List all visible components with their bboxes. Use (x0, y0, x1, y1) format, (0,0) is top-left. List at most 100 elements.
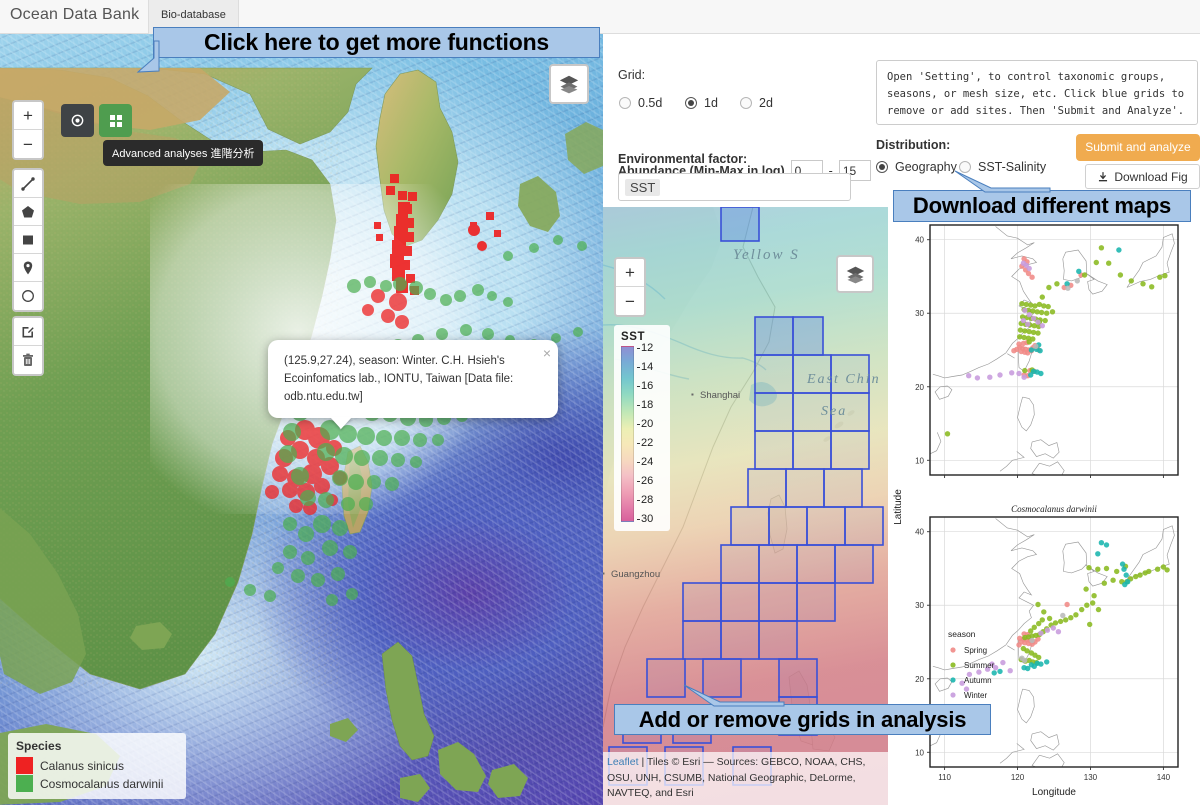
marker-icon[interactable] (14, 254, 42, 282)
circle-icon[interactable] (14, 282, 42, 310)
layers-icon (846, 266, 864, 283)
city-label-shanghai: Shanghai (691, 390, 740, 401)
sst-tick: 26 (636, 475, 654, 487)
grid-icon (109, 114, 122, 127)
svg-text:110: 110 (938, 773, 951, 782)
svg-text:Summer: Summer (964, 661, 995, 670)
svg-text:30: 30 (915, 601, 924, 610)
sst-tick: 24 (636, 456, 654, 468)
left-map-edit-toolbar[interactable] (12, 316, 44, 376)
svg-text:season: season (948, 629, 976, 639)
mid-map-zoom-out-button[interactable]: − (616, 287, 644, 315)
application-root: Ocean Data Bank Bio-database + − Advance… (0, 0, 1200, 805)
species-legend: Species Calanus sinicus Cosmocalanus dar… (8, 733, 186, 799)
svg-text:Cosmocalanus darwinii: Cosmocalanus darwinii (1011, 504, 1097, 514)
callout-add-remove-grids: Add or remove grids in analysis (614, 704, 991, 735)
callout-click-here: Click here to get more functions (153, 27, 600, 58)
radio-grid-0.5d[interactable] (619, 97, 631, 109)
species-legend-title: Species (16, 739, 62, 753)
svg-text:20: 20 (915, 675, 924, 684)
download-fig-label: Download Fig (1114, 169, 1188, 184)
mid-map-zoom-control[interactable]: + − (614, 257, 646, 317)
callout-arrow-grids (683, 684, 785, 707)
sst-tick-labels: 12 14 16 18 20 22 24 26 28 30 (636, 342, 663, 525)
app-brand-title: Ocean Data Bank (10, 6, 140, 23)
left-map-zoom-in-button[interactable]: + (14, 102, 42, 130)
distribution-option-label: Geography (895, 160, 957, 174)
popup-close-icon[interactable]: × (543, 343, 551, 365)
grid-option-label: 1d (704, 96, 718, 110)
distribution-option-geography[interactable]: Geography (876, 160, 957, 174)
mid-map-zoom-in-button[interactable]: + (616, 259, 644, 287)
callout-download-maps: Download different maps (893, 190, 1191, 222)
map-attribution: Leaflet | Tiles © Esri — Sources: GEBCO,… (603, 752, 888, 805)
download-icon (1099, 171, 1108, 181)
grid-option-label: 0.5d (638, 96, 663, 110)
left-map-layers-button[interactable] (549, 64, 589, 104)
grid-option-1d[interactable]: 1d (685, 96, 718, 110)
sst-tick: 20 (636, 418, 654, 430)
svg-text:20: 20 (915, 383, 924, 392)
svg-text:140: 140 (1157, 773, 1171, 782)
legend-swatch-cosmocalanus (16, 775, 33, 792)
left-map-zoom-control[interactable]: + − (12, 100, 44, 160)
svg-text:40: 40 (915, 236, 924, 245)
environmental-factor-value[interactable]: SST (625, 178, 661, 196)
callout-arrow-top (136, 40, 160, 73)
radio-grid-1d[interactable] (685, 97, 697, 109)
svg-text:130: 130 (1084, 773, 1098, 782)
environmental-factor-select[interactable]: SST (618, 173, 851, 201)
callout-arrow-download (954, 170, 1051, 193)
sst-tick: 14 (636, 361, 654, 373)
submit-and-analyze-button[interactable]: Submit and analyze (1076, 134, 1200, 161)
city-label-guangzhou: Guangzhou (603, 569, 660, 580)
svg-text:Latitude: Latitude (893, 489, 904, 525)
mid-map-layers-button[interactable] (836, 255, 874, 293)
map-point-popup[interactable]: × (125.9,27.24), season: Winter. C.H. Hs… (268, 340, 558, 430)
delete-icon[interactable] (14, 346, 42, 374)
svg-text:Autumn: Autumn (964, 676, 992, 685)
download-fig-button[interactable]: Download Fig (1085, 164, 1200, 189)
add-site-button[interactable] (61, 104, 94, 137)
sst-tick: 28 (636, 494, 654, 506)
environmental-factor-label: Environmental factor: (618, 152, 748, 166)
polyline-icon[interactable] (14, 170, 42, 198)
rectangle-icon[interactable] (14, 226, 42, 254)
sst-tick: 12 (636, 342, 654, 354)
layers-icon (559, 75, 579, 94)
left-map-zoom-out-button[interactable]: − (14, 130, 42, 158)
analysis-controls: Grid: 0.5d 1d 2d Abundance (Min-Max in l… (603, 34, 1200, 207)
distribution-label: Distribution: (876, 138, 951, 152)
svg-text:30: 30 (915, 309, 924, 318)
legend-label-cosmocalanus: Cosmocalanus darwinii (40, 776, 164, 791)
edit-icon[interactable] (14, 318, 42, 346)
svg-text:10: 10 (915, 748, 924, 757)
sst-tick: 22 (636, 437, 654, 449)
left-map[interactable]: + − Advanced analyses 進階分析 × (125.9,27.2… (0, 34, 603, 805)
polygon-icon[interactable] (14, 198, 42, 226)
radio-distribution-geography[interactable] (876, 161, 888, 173)
sst-tick: 16 (636, 380, 654, 392)
target-dot-icon (71, 114, 84, 127)
svg-text:120: 120 (1011, 773, 1025, 782)
svg-text:Longitude: Longitude (1032, 787, 1076, 798)
svg-text:Winter: Winter (964, 691, 987, 700)
radio-grid-2d[interactable] (740, 97, 752, 109)
grid-option-2d[interactable]: 2d (740, 96, 773, 110)
svg-text:10: 10 (915, 456, 924, 465)
grid-option-label: 2d (759, 96, 773, 110)
leaflet-link[interactable]: Leaflet (607, 756, 639, 768)
species-occurrence-points (0, 34, 603, 805)
left-map-draw-toolbar[interactable] (12, 168, 44, 312)
svg-text:Spring: Spring (964, 646, 987, 655)
legend-item: Calanus sinicus (16, 757, 178, 774)
advanced-analyses-button[interactable] (99, 104, 132, 137)
sst-tick: 18 (636, 399, 654, 411)
instructions-hint: Open 'Setting', to control taxonomic gro… (876, 60, 1198, 125)
popup-tip (330, 417, 352, 430)
legend-swatch-calanus (16, 757, 33, 774)
grid-label: Grid: (618, 68, 646, 82)
advanced-analyses-tooltip: Advanced analyses 進階分析 (103, 140, 264, 166)
popup-text: (125.9,27.24), season: Winter. C.H. Hsie… (284, 355, 514, 403)
grid-option-0.5d[interactable]: 0.5d (619, 96, 662, 110)
